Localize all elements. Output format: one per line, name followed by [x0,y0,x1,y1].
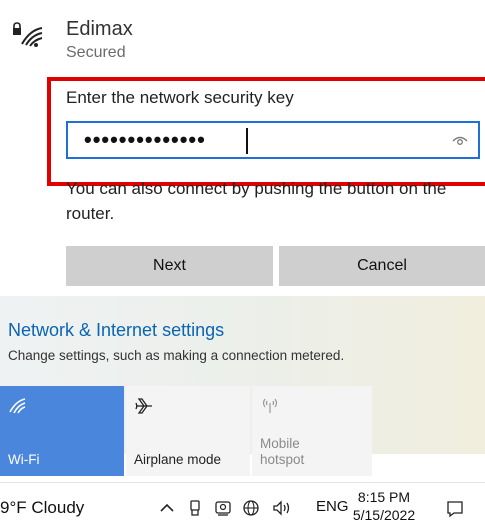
wifi-tile-label: Wi-Fi [8,452,40,467]
usb-device-icon[interactable] [186,499,204,517]
cancel-button[interactable]: Cancel [279,246,485,286]
password-field[interactable]: •••••••••••••• [66,121,480,159]
wifi-icon [9,398,26,414]
hotspot-label-line1: Mobile [260,436,300,451]
next-button[interactable]: Next [66,246,273,286]
network-name: Edimax [66,18,133,40]
network-settings-description: Change settings, such as making a connec… [8,348,345,363]
clock-time[interactable]: 8:15 PM [353,488,415,506]
secured-wifi-icon [13,22,43,47]
network-globe-icon[interactable] [242,499,260,517]
wps-hint-text: You can also connect by pushing the butt… [66,179,447,223]
text-caret [246,128,248,154]
network-status: Secured [66,44,126,61]
notification-center-icon[interactable] [446,500,464,518]
airplane-icon [135,398,152,414]
volume-icon[interactable] [272,499,294,517]
security-key-label: Enter the network security key [66,88,294,107]
hotspot-icon [262,398,278,413]
input-language-indicator[interactable]: ENG [316,498,349,515]
meet-now-icon[interactable] [214,499,232,517]
wifi-tile[interactable]: Wi-Fi [0,386,124,476]
chevron-up-icon[interactable] [158,499,176,517]
hotspot-label: Mobile hotspot [260,436,304,468]
airplane-mode-label: Airplane mode [134,452,222,467]
reveal-password-icon[interactable] [452,133,468,147]
clock-date[interactable]: 5/15/2022 [351,506,417,524]
mobile-hotspot-tile[interactable]: Mobile hotspot [252,386,372,476]
weather-widget[interactable]: 9°F Cloudy [0,498,84,518]
password-mask: •••••••••••••• [84,127,206,152]
hotspot-label-line2: hotspot [260,452,305,467]
network-settings-link[interactable]: Network & Internet settings [8,320,224,341]
airplane-mode-tile[interactable]: Airplane mode [126,386,250,476]
